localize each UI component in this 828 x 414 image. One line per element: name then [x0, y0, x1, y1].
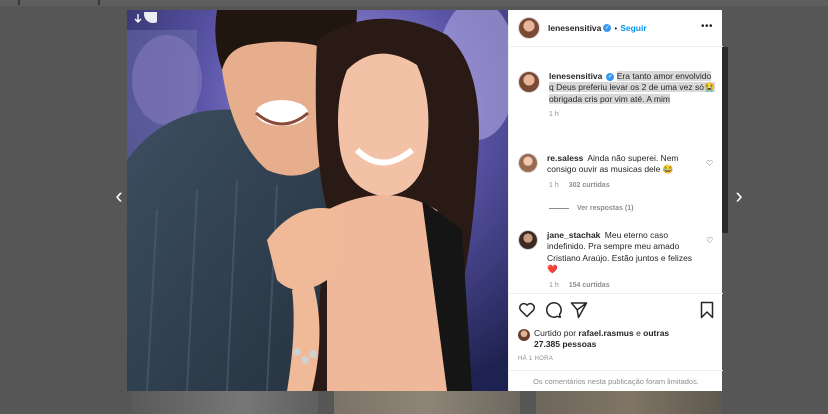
comment-time: 1 h — [549, 281, 559, 289]
chevron-left-icon[interactable]: ‹ — [110, 184, 128, 208]
post-photo[interactable] — [127, 10, 508, 391]
caption-username[interactable]: lenesensitiva — [549, 71, 602, 81]
more-options-icon[interactable]: ••• — [701, 22, 713, 32]
comment-username[interactable]: re.saless — [547, 153, 583, 163]
background-post-thumbnail[interactable] — [536, 390, 722, 414]
caption-meta: 1 h — [549, 111, 716, 118]
couple-photo-illustration — [127, 10, 508, 391]
action-icons — [518, 301, 716, 319]
author-username[interactable]: lenesensitiva — [548, 23, 601, 33]
view-replies-label: Ver respostas (1) — [577, 205, 634, 212]
view-replies-button[interactable]: Ver respostas (1) — [549, 205, 633, 212]
follow-button[interactable]: Seguir — [620, 23, 646, 33]
commenter-avatar[interactable] — [518, 230, 538, 250]
comment-likes[interactable]: 302 curtidas — [569, 182, 610, 189]
liked-by-middle: e — [633, 328, 644, 338]
liker-avatar[interactable] — [518, 329, 530, 341]
download-icon[interactable] — [131, 12, 157, 26]
liker-username[interactable]: rafael.rasmus — [578, 328, 633, 338]
comment-meta: 1 h 154 curtidas — [549, 282, 716, 289]
bookmark-icon[interactable] — [698, 301, 716, 319]
heart-icon[interactable] — [518, 301, 536, 319]
caption: lenesensitiva ✓ Era tanto amor envolvido … — [518, 71, 716, 118]
post-time[interactable]: HÁ 1 HORA — [518, 356, 553, 362]
commenter-avatar[interactable] — [518, 153, 538, 173]
comment-meta: 1 h 302 curtidas — [549, 182, 716, 189]
background-post-thumbnail[interactable] — [334, 390, 520, 414]
feed-top-bar — [0, 0, 828, 6]
chevron-right-icon[interactable]: › — [730, 184, 748, 208]
post-modal: lenesensitiva ✓ • Seguir ••• lenesensiti… — [127, 10, 723, 391]
comments-limited-notice: Os comentários nesta publicação foram li… — [509, 370, 723, 392]
comment-time: 1 h — [549, 181, 559, 189]
background-post-thumbnail[interactable] — [132, 390, 318, 414]
post-header: lenesensitiva ✓ • Seguir ••• — [509, 10, 723, 47]
liked-by: Curtido por rafael.rasmus e outras 27.38… — [518, 328, 674, 351]
comments-list[interactable]: lenesensitiva ✓ Era tanto amor envolvido … — [509, 47, 723, 293]
post-actions: Curtido por rafael.rasmus e outras 27.38… — [509, 293, 723, 391]
liked-by-prefix: Curtido por — [534, 328, 579, 338]
comments-scrollbar[interactable] — [715, 47, 721, 293]
author-avatar[interactable] — [518, 17, 540, 39]
replies-line — [549, 208, 569, 209]
comment-like-heart-icon[interactable]: ♡ — [706, 237, 714, 245]
comment-item: re.saless Ainda não superei. Nem consigo… — [518, 153, 716, 189]
share-icon[interactable] — [570, 301, 588, 319]
verified-icon: ✓ — [603, 24, 612, 32]
comment-like-heart-icon[interactable]: ♡ — [706, 160, 714, 168]
author-avatar[interactable] — [518, 71, 540, 93]
post-sidebar: lenesensitiva ✓ • Seguir ••• lenesensiti… — [508, 10, 723, 391]
comment-likes[interactable]: 154 curtidas — [569, 282, 610, 289]
verified-icon: ✓ — [606, 72, 615, 81]
separator-dot: • — [614, 23, 618, 33]
feed-divider — [98, 0, 100, 5]
caption-time: 1 h — [549, 111, 559, 119]
comment-icon[interactable] — [544, 301, 562, 319]
feed-divider — [18, 0, 20, 5]
comment-item: jane_stachak Meu eterno caso indefinido.… — [518, 230, 716, 289]
comment-username[interactable]: jane_stachak — [547, 230, 600, 240]
